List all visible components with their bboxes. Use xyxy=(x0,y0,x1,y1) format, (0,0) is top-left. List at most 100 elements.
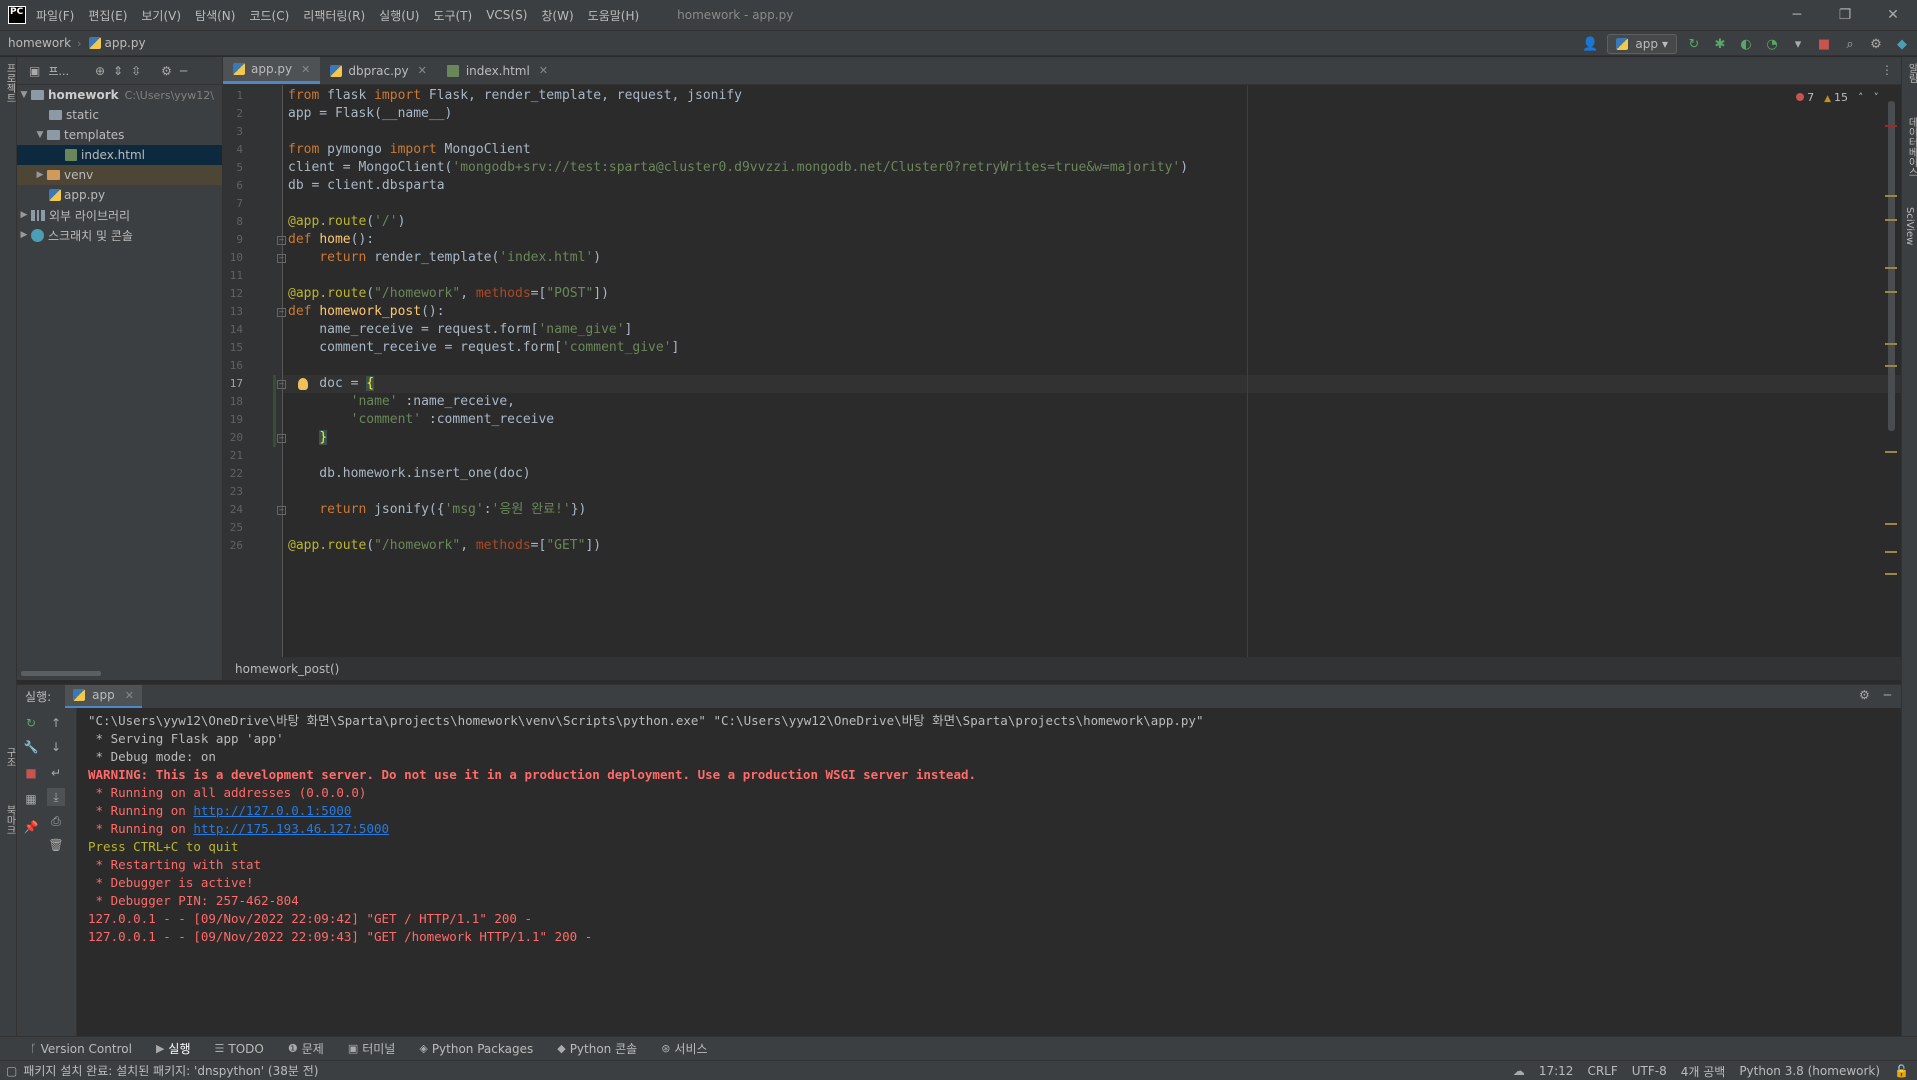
search-icon[interactable]: ⌕ xyxy=(1841,35,1859,53)
rerun-icon[interactable]: ↻ xyxy=(1685,35,1703,53)
collapse-all-icon[interactable]: ⇳ xyxy=(131,64,141,78)
menu-code[interactable]: 코드(C) xyxy=(249,7,289,24)
project-horizontal-scrollbar[interactable] xyxy=(21,671,101,676)
run-tab-app[interactable]: app ✕ xyxy=(65,684,142,709)
close-icon[interactable]: ✕ xyxy=(301,63,310,76)
chevron-right-icon[interactable]: ▶ xyxy=(17,210,31,220)
line-number[interactable]: 17 xyxy=(223,375,243,393)
file-encoding[interactable]: UTF-8 xyxy=(1632,1064,1667,1078)
warning-stripe-marker[interactable] xyxy=(1885,523,1897,525)
jetbrains-icon[interactable]: ◆ xyxy=(1893,35,1911,53)
chevron-right-icon[interactable]: ▶ xyxy=(17,230,31,240)
fold-marker-icon[interactable]: − xyxy=(277,254,286,263)
fold-marker-icon[interactable]: − xyxy=(277,506,286,515)
soft-wrap-icon[interactable]: ↵ xyxy=(47,764,65,782)
hide-panel-icon[interactable]: ─ xyxy=(1884,688,1891,702)
rerun-icon[interactable]: ↻ xyxy=(22,714,40,732)
inspection-widget[interactable]: 7 15 ˄ ˅ xyxy=(1796,91,1879,104)
trash-icon[interactable]: 🗑 xyxy=(47,836,65,854)
arrow-down-icon[interactable]: ↓ xyxy=(47,738,65,756)
tree-item-app-py[interactable]: app.py xyxy=(17,185,222,205)
menu-edit[interactable]: 편집(E) xyxy=(88,7,127,24)
tool-window-services[interactable]: ⊛ 서비스 xyxy=(661,1040,707,1057)
profile-icon[interactable]: ◔ xyxy=(1763,35,1781,53)
tab-index-html[interactable]: index.html ✕ xyxy=(437,57,558,84)
line-number[interactable]: 26 xyxy=(223,537,243,555)
locate-icon[interactable]: ⊕ xyxy=(95,64,105,78)
breadcrumb-project[interactable]: homework xyxy=(8,36,71,50)
lock-icon[interactable]: 🔓 xyxy=(1894,1064,1909,1078)
bookmarks-tool-button[interactable]: 북마크 xyxy=(2,805,17,835)
line-number[interactable]: 8 xyxy=(223,213,243,231)
error-stripe-marker[interactable] xyxy=(1885,125,1897,127)
menu-run[interactable]: 실행(U) xyxy=(379,7,419,24)
close-icon[interactable]: ✕ xyxy=(539,64,548,77)
stop-icon[interactable]: ■ xyxy=(22,764,40,782)
layout-icon[interactable]: ▦ xyxy=(22,790,40,808)
chevron-down-icon[interactable]: ▼ xyxy=(17,90,31,100)
code-line[interactable]: return render_template('index.html') xyxy=(288,249,601,267)
code-line[interactable]: @app.route("/homework", methods=["GET"]) xyxy=(288,537,601,555)
chevron-right-icon[interactable]: ▶ xyxy=(33,170,47,180)
close-icon[interactable]: ✕ xyxy=(1869,0,1917,30)
code-line[interactable]: @app.route('/') xyxy=(288,213,405,231)
warning-stripe-marker[interactable] xyxy=(1885,219,1897,221)
close-icon[interactable]: ✕ xyxy=(418,64,427,77)
arrow-up-icon[interactable]: ↑ xyxy=(47,714,65,732)
line-number[interactable]: 12 xyxy=(223,285,243,303)
line-separator[interactable]: CRLF xyxy=(1587,1064,1617,1078)
console-link[interactable]: http://175.193.46.127:5000 xyxy=(193,821,389,836)
gear-icon[interactable]: ⚙ xyxy=(1867,35,1885,53)
menu-navigate[interactable]: 탐색(N) xyxy=(195,7,235,24)
scroll-to-end-icon[interactable]: ⤓ xyxy=(47,788,65,806)
expand-all-icon[interactable]: ⇕ xyxy=(113,64,123,78)
code-line[interactable]: doc = { xyxy=(288,375,375,393)
tree-item-templates[interactable]: ▼ templates xyxy=(17,125,222,145)
menu-refactor[interactable]: 리팩터링(R) xyxy=(303,7,365,24)
tool-window-python-console[interactable]: ◆ Python 콘솔 xyxy=(557,1040,637,1057)
code-line[interactable]: 'name' :name_receive, xyxy=(288,393,515,411)
sciview-tool-button[interactable]: SciView xyxy=(1904,207,1915,245)
code-line[interactable]: return jsonify({'msg':'응원 완료!'}) xyxy=(288,501,586,519)
tab-dbprac-py[interactable]: dbprac.py ✕ xyxy=(320,57,437,84)
chevron-down-icon[interactable]: ▼ xyxy=(33,130,47,140)
line-number[interactable]: 22 xyxy=(223,465,243,483)
run-config-selector[interactable]: app ▾ xyxy=(1607,34,1677,54)
tool-window-packages[interactable]: ◈ Python Packages xyxy=(419,1042,533,1056)
project-view-label[interactable]: 프... xyxy=(48,63,69,79)
code-editor[interactable]: 1 2 3 4 5 6 7 8 9−10−11 12 13−14 15 16 17−18 19 20−21 22… xyxy=(223,85,1901,657)
warning-stripe-marker[interactable] xyxy=(1885,551,1897,553)
menu-window[interactable]: 창(W) xyxy=(541,7,573,24)
editor-vertical-scrollbar[interactable] xyxy=(1888,101,1895,431)
code-line[interactable]: db = client.dbsparta xyxy=(288,177,445,195)
warning-stripe-marker[interactable] xyxy=(1885,291,1897,293)
gear-icon[interactable]: ⚙ xyxy=(1859,688,1870,702)
code-line[interactable]: } xyxy=(288,429,328,447)
tree-item-scratches[interactable]: ▶ 스크래치 및 콘솔 xyxy=(17,225,222,245)
fold-marker-icon[interactable]: − xyxy=(277,434,286,443)
warning-stripe-marker[interactable] xyxy=(1885,195,1897,197)
project-view-icon[interactable]: ▣ xyxy=(29,64,40,78)
line-number[interactable]: 21 xyxy=(223,447,243,465)
line-number[interactable]: 24 xyxy=(223,501,243,519)
coverage-icon[interactable]: ◐ xyxy=(1737,35,1755,53)
tab-app-py[interactable]: app.py ✕ xyxy=(223,57,321,84)
print-icon[interactable]: ⎙ xyxy=(47,812,65,830)
chevron-down-icon[interactable]: ˅ xyxy=(1874,91,1880,104)
line-number[interactable]: 4 xyxy=(223,141,243,159)
line-number[interactable]: 5 xyxy=(223,159,243,177)
warning-stripe-marker[interactable] xyxy=(1885,343,1897,345)
line-number[interactable]: 1 xyxy=(223,87,243,105)
warning-stripe-marker[interactable] xyxy=(1885,573,1897,575)
restore-icon[interactable]: ❐ xyxy=(1821,0,1869,30)
line-number[interactable]: 15 xyxy=(223,339,243,357)
line-number[interactable]: 7 xyxy=(223,195,243,213)
minimize-icon[interactable]: ─ xyxy=(1773,0,1821,30)
line-number[interactable]: 23 xyxy=(223,483,243,501)
tree-root-homework[interactable]: ▼ homework C:\Users\yyw12\ xyxy=(17,85,222,105)
menu-tools[interactable]: 도구(T) xyxy=(433,7,472,24)
code-line[interactable]: comment_receive = request.form['comment_… xyxy=(288,339,679,357)
tree-item-static[interactable]: static xyxy=(17,105,222,125)
warning-stripe-marker[interactable] xyxy=(1885,365,1897,367)
pin-icon[interactable]: 📌 xyxy=(22,818,40,836)
